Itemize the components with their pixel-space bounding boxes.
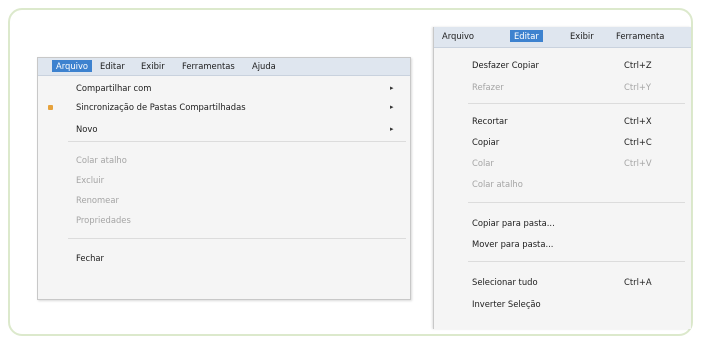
menu-item-colar[interactable]: Colar <box>472 158 494 168</box>
menu-item-fechar[interactable]: Fechar <box>76 253 104 263</box>
menu-arquivo[interactable]: Arquivo <box>442 31 474 41</box>
menu-item-propriedades[interactable]: Propriedades <box>76 215 131 225</box>
menu-separator <box>68 141 406 142</box>
menu-ajuda[interactable]: Ajuda <box>252 61 276 71</box>
menu-item-copiar-para-pasta[interactable]: Copiar para pasta... <box>472 218 555 228</box>
shortcut-recortar: Ctrl+X <box>624 116 652 126</box>
menu-item-excluir[interactable]: Excluir <box>76 175 104 185</box>
menu-item-desfazer[interactable]: Desfazer Copiar <box>472 60 539 70</box>
menu-item-mover-para-pasta[interactable]: Mover para pasta... <box>472 239 553 249</box>
menu-item-novo[interactable]: Novo <box>76 124 97 134</box>
menu-item-selecionar-tudo[interactable]: Selecionar tudo <box>472 277 538 287</box>
menu-item-sincronizacao[interactable]: Sincronização de Pastas Compartilhadas <box>76 102 246 112</box>
menu-editar[interactable]: Editar <box>100 61 125 71</box>
menu-editar[interactable]: Editar <box>510 30 543 42</box>
menu-item-recortar[interactable]: Recortar <box>472 116 508 126</box>
menu-separator <box>468 103 685 104</box>
shortcut-refazer: Ctrl+Y <box>624 82 652 92</box>
shortcut-copiar: Ctrl+C <box>624 137 652 147</box>
menu-ferramentas[interactable]: Ferramentas <box>182 61 235 71</box>
sync-folder-icon <box>48 105 53 110</box>
shortcut-selecionar-tudo: Ctrl+A <box>624 277 652 287</box>
shortcut-colar: Ctrl+V <box>624 158 652 168</box>
menu-separator <box>468 202 685 203</box>
menu-item-copiar[interactable]: Copiar <box>472 137 499 147</box>
submenu-arrow-icon: ▸ <box>390 84 394 92</box>
menu-item-refazer[interactable]: Refazer <box>472 82 504 92</box>
submenu-arrow-icon: ▸ <box>390 103 394 111</box>
menu-exibir[interactable]: Exibir <box>570 31 594 41</box>
menu-separator <box>468 261 685 262</box>
menu-item-colar-atalho[interactable]: Colar atalho <box>472 179 523 189</box>
menu-exibir[interactable]: Exibir <box>141 61 165 71</box>
menu-ferramenta[interactable]: Ferramenta <box>616 31 664 41</box>
menu-item-renomear[interactable]: Renomear <box>76 195 119 205</box>
shortcut-desfazer: Ctrl+Z <box>624 60 652 70</box>
menu-item-inverter-selecao[interactable]: Inverter Seleção <box>472 299 541 309</box>
menu-arquivo[interactable]: Arquivo <box>52 60 93 72</box>
menu-bar: Arquivo Editar Exibir Ferramentas Ajuda <box>38 58 410 76</box>
menu-item-compartilhar[interactable]: Compartilhar com <box>76 83 151 93</box>
file-menu-panel: Arquivo Editar Exibir Ferramentas Ajuda … <box>37 57 411 300</box>
menu-separator <box>68 238 406 239</box>
edit-menu-panel: Arquivo Editar Exibir Ferramenta Desfaze… <box>433 27 691 329</box>
submenu-arrow-icon: ▸ <box>390 125 394 133</box>
menu-item-colar-atalho[interactable]: Colar atalho <box>76 155 127 165</box>
menu-bar: Arquivo Editar Exibir Ferramenta <box>434 27 691 48</box>
